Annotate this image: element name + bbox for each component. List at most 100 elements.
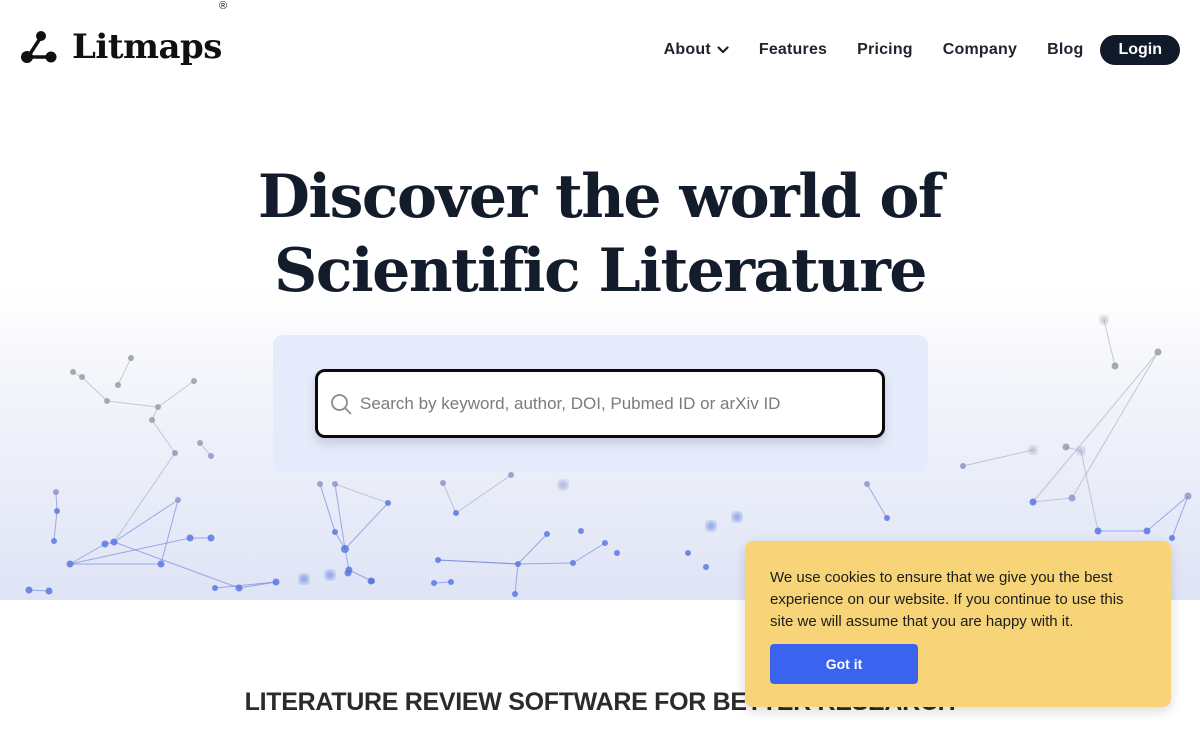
network-edge — [962, 449, 1034, 467]
network-edge — [514, 563, 519, 595]
network-edge — [1080, 450, 1099, 532]
login-button[interactable]: Login — [1100, 35, 1180, 65]
network-edge — [151, 419, 176, 454]
network-node — [602, 540, 608, 546]
network-node — [172, 450, 178, 456]
network-node — [79, 374, 85, 380]
nav-features[interactable]: Features — [759, 41, 827, 59]
network-node — [345, 566, 353, 574]
network-node — [186, 534, 194, 542]
network-edge — [69, 543, 106, 565]
network-node — [101, 540, 109, 548]
network-node — [54, 508, 60, 514]
nav-about-label: About — [663, 41, 711, 58]
network-node — [703, 564, 709, 570]
network-node — [864, 481, 870, 487]
network-node — [1068, 494, 1076, 502]
network-node — [706, 521, 716, 531]
network-node — [435, 557, 441, 563]
network-node — [207, 534, 215, 542]
network-node — [1169, 535, 1175, 541]
network-node — [508, 472, 514, 478]
network-node — [685, 550, 691, 556]
network-edge — [117, 357, 132, 386]
cookie-accept-button[interactable]: Got it — [770, 644, 918, 684]
network-node — [110, 538, 118, 546]
network-node — [325, 570, 335, 580]
network-node — [1184, 492, 1192, 500]
search-panel — [273, 335, 928, 472]
network-edge — [572, 542, 606, 564]
network-edge — [1032, 497, 1073, 503]
network-node — [1154, 348, 1162, 356]
network-edge — [113, 452, 176, 543]
cookie-message: We use cookies to ensure that we give yo… — [770, 569, 1124, 630]
logo[interactable]: Litmaps — [20, 28, 222, 64]
network-node — [732, 512, 742, 522]
network-node — [25, 586, 33, 594]
network-node — [570, 560, 576, 566]
network-node — [45, 587, 53, 595]
network-edge — [1103, 319, 1116, 367]
network-node — [175, 497, 181, 503]
network-node — [1094, 527, 1102, 535]
network-node — [299, 574, 309, 584]
network-node — [341, 545, 349, 553]
network-node — [515, 561, 521, 567]
network-node — [332, 529, 338, 535]
network-node — [512, 591, 518, 597]
network-edge — [1032, 351, 1159, 503]
network-edge — [344, 502, 389, 550]
network-edge — [53, 510, 58, 542]
network-node — [453, 510, 459, 516]
network-node — [191, 378, 197, 384]
network-edge — [69, 537, 191, 565]
network-edge — [517, 533, 548, 565]
network-node — [960, 463, 966, 469]
network-node — [235, 584, 243, 592]
network-node — [149, 417, 155, 423]
network-node — [1111, 362, 1119, 370]
main-menu: About Features Pricing Company Blog Logi… — [664, 35, 1180, 65]
network-node — [440, 480, 446, 486]
network-node — [1062, 443, 1070, 451]
brand-name: Litmaps — [72, 27, 222, 67]
network-edge — [455, 474, 512, 514]
hero-title-line-2: Scientific Literature — [274, 236, 927, 306]
network-node — [66, 560, 74, 568]
nav-about[interactable]: About — [664, 41, 729, 59]
search-box[interactable] — [315, 369, 885, 438]
network-node — [115, 382, 121, 388]
network-node — [544, 531, 550, 537]
network-edge — [113, 541, 240, 589]
network-node — [1029, 498, 1037, 506]
network-edge — [157, 380, 195, 408]
network-node — [614, 550, 620, 556]
network-node — [578, 528, 584, 534]
network-node — [104, 398, 110, 404]
network-edge — [319, 483, 336, 533]
network-node — [197, 440, 203, 446]
network-edge — [866, 483, 888, 519]
network-node — [272, 578, 280, 586]
nav-pricing[interactable]: Pricing — [857, 41, 913, 59]
network-edge — [517, 562, 574, 565]
hero-title-line-1: Discover the world of — [257, 162, 944, 232]
network-node — [128, 355, 134, 361]
network-node — [558, 480, 568, 490]
network-node — [884, 515, 890, 521]
network-edge — [81, 376, 108, 402]
hero-title: Discover the world of Scientific Literat… — [0, 160, 1200, 308]
network-edge — [106, 400, 159, 408]
search-input[interactable] — [360, 393, 860, 414]
nav-blog[interactable]: Blog — [1047, 41, 1083, 59]
cookie-banner: We use cookies to ensure that we give yo… — [745, 541, 1171, 707]
network-node — [1029, 446, 1037, 454]
network-node — [53, 489, 59, 495]
nav-company[interactable]: Company — [943, 41, 1017, 59]
network-node — [1077, 447, 1085, 455]
network-edge — [334, 483, 346, 550]
network-node — [332, 481, 338, 487]
network-node — [155, 404, 161, 410]
network-node — [369, 578, 375, 584]
